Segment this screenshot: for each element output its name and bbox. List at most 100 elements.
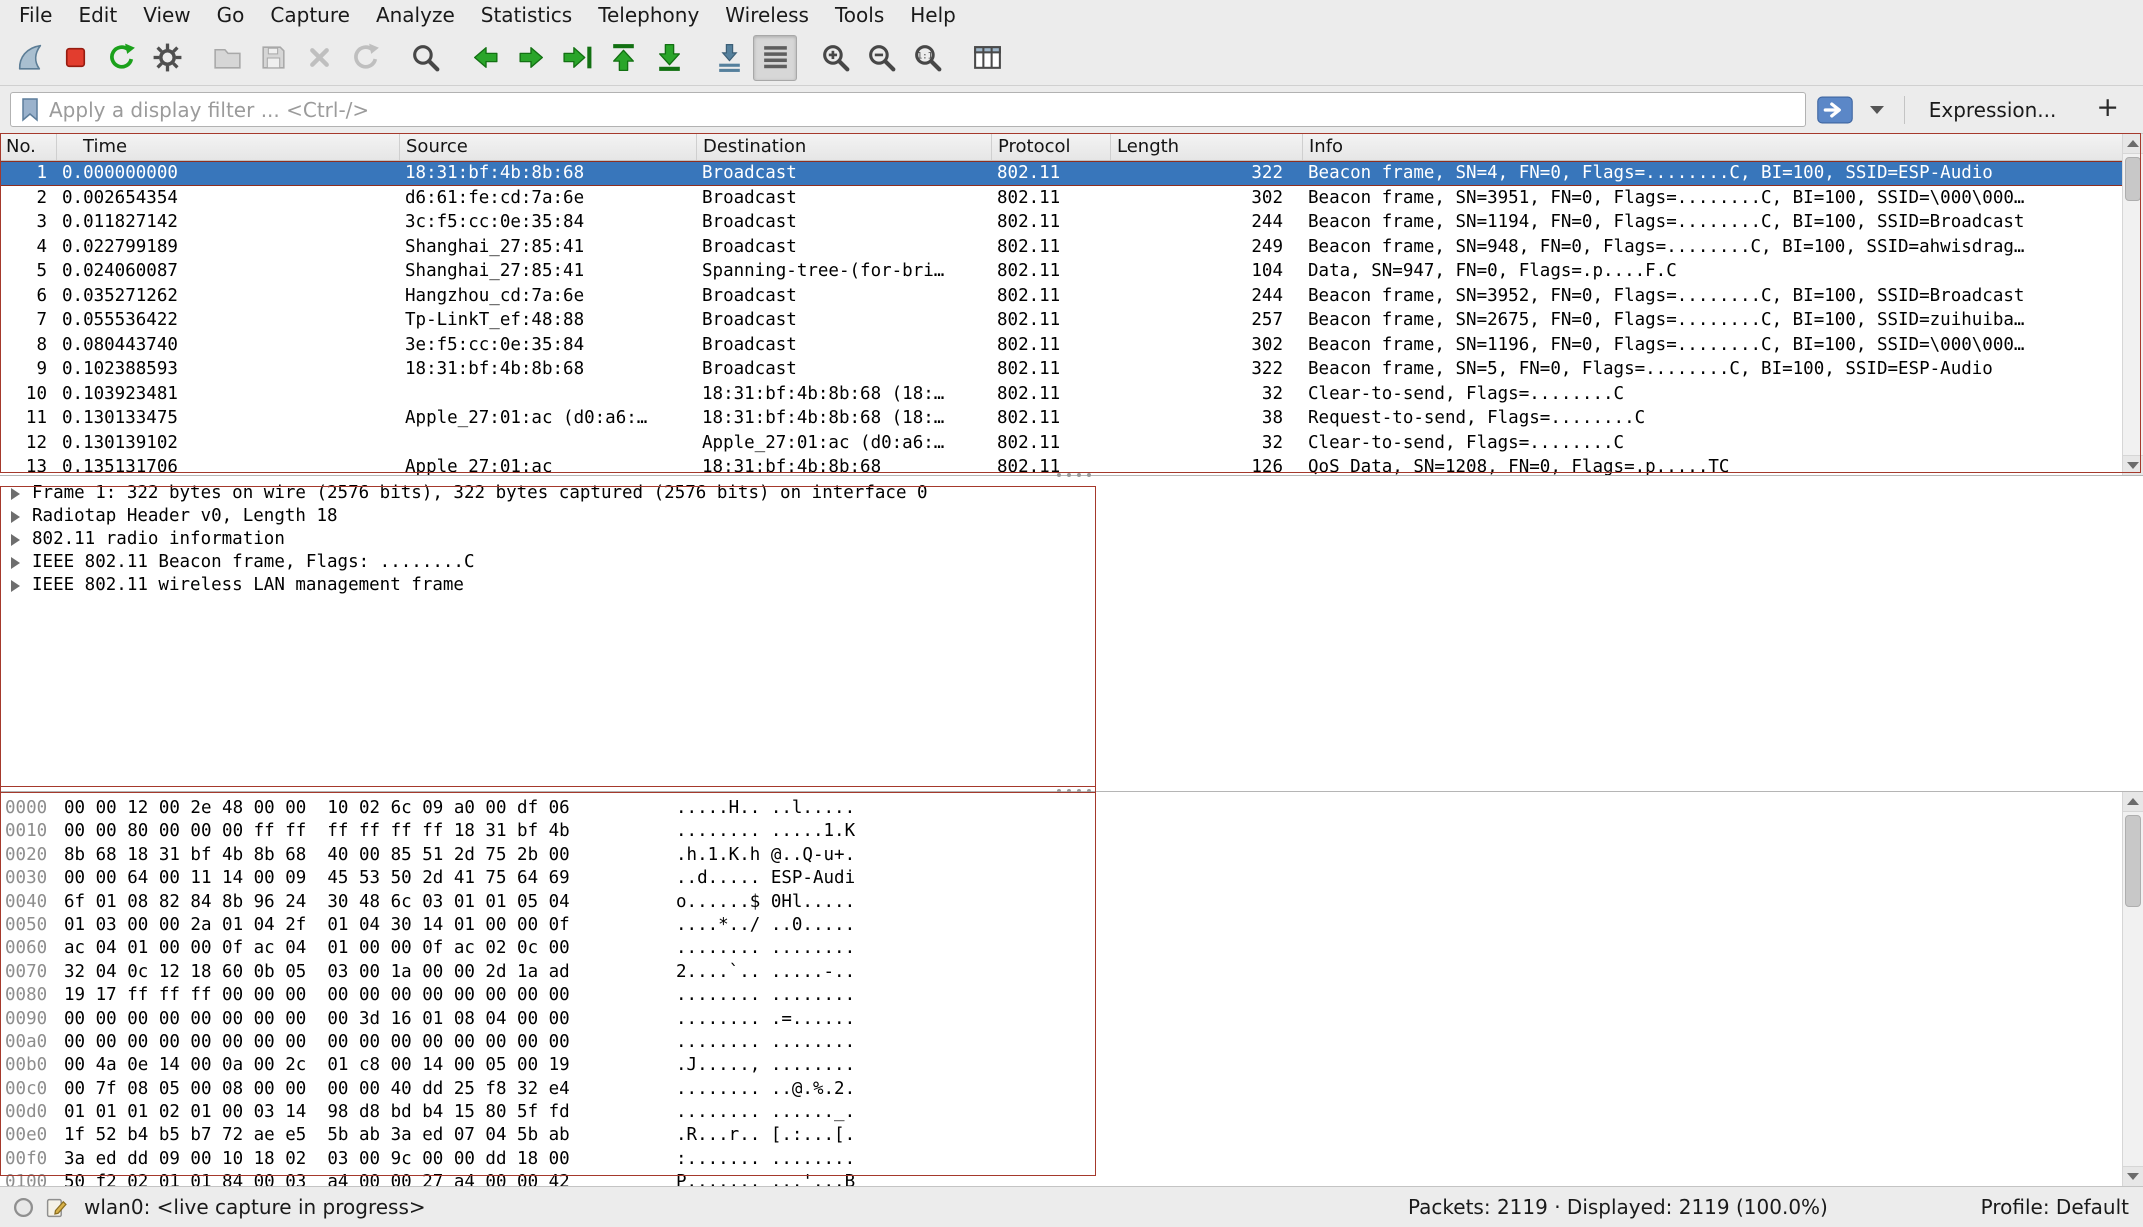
hex-row[interactable]: 00d001 01 01 02 01 00 03 14 98 d8 bd b4 … bbox=[0, 1101, 2143, 1124]
main-toolbar: 1:1 bbox=[0, 30, 2143, 86]
column-header-no[interactable]: No. bbox=[0, 134, 57, 160]
packet-row[interactable]: 100.10392348118:31:bf:4b:8b:68 (18:…802.… bbox=[0, 382, 2143, 407]
column-header-time[interactable]: Time bbox=[57, 134, 400, 160]
expander-arrow-icon[interactable] bbox=[11, 557, 20, 569]
column-header-length[interactable]: Length bbox=[1111, 134, 1303, 160]
detail-row[interactable]: Radiotap Header v0, Length 18 bbox=[0, 505, 2143, 528]
menu-telephony[interactable]: Telephony bbox=[585, 2, 712, 28]
find-packet-button[interactable] bbox=[403, 35, 447, 81]
hex-row[interactable]: 009000 00 00 00 00 00 00 00 00 3d 16 01 … bbox=[0, 1008, 2143, 1031]
expander-arrow-icon[interactable] bbox=[11, 488, 20, 500]
packet-list-scrollbar[interactable] bbox=[2122, 134, 2143, 475]
pane-splitter-handle[interactable] bbox=[1052, 472, 1096, 478]
menu-file[interactable]: File bbox=[6, 2, 65, 28]
hex-row[interactable]: 00e01f 52 b4 b5 b7 72 ae e5 5b ab 3a ed … bbox=[0, 1124, 2143, 1147]
go-back-button[interactable] bbox=[463, 35, 507, 81]
go-first-packet-button[interactable] bbox=[601, 35, 645, 81]
go-forward-button[interactable] bbox=[509, 35, 553, 81]
menu-tools[interactable]: Tools bbox=[822, 2, 897, 28]
hex-ascii: ....*../ ..0..... bbox=[676, 914, 855, 937]
menu-capture[interactable]: Capture bbox=[257, 2, 363, 28]
packet-row[interactable]: 110.130133475Apple_27:01:ac (d0:a6:…18:3… bbox=[0, 406, 2143, 431]
restart-capture-button[interactable] bbox=[99, 35, 143, 81]
start-capture-button[interactable] bbox=[7, 35, 51, 81]
scroll-down-button[interactable] bbox=[2123, 455, 2143, 475]
packet-row[interactable]: 30.0118271423c:f5:cc:0e:35:84Broadcast80… bbox=[0, 210, 2143, 235]
hex-row[interactable]: 00a000 00 00 00 00 00 00 00 00 00 00 00 … bbox=[0, 1031, 2143, 1054]
capture-comment-icon[interactable] bbox=[45, 1196, 68, 1219]
packet-row[interactable]: 20.002654354d6:61:fe:cd:7a:6eBroadcast80… bbox=[0, 186, 2143, 211]
scroll-up-button[interactable] bbox=[2123, 792, 2143, 812]
packet-row[interactable]: 60.035271262Hangzhou_cd:7a:6eBroadcast80… bbox=[0, 284, 2143, 309]
scroll-up-button[interactable] bbox=[2123, 134, 2143, 154]
column-header-protocol[interactable]: Protocol bbox=[992, 134, 1111, 160]
detail-row[interactable]: IEEE 802.11 wireless LAN management fram… bbox=[0, 574, 2143, 597]
detail-row[interactable]: IEEE 802.11 Beacon frame, Flags: .......… bbox=[0, 551, 2143, 574]
apply-filter-button[interactable] bbox=[1814, 95, 1856, 125]
packet-row[interactable]: 70.055536422Tp-LinkT_ef:48:88Broadcast80… bbox=[0, 308, 2143, 333]
cell-proto: 802.11 bbox=[992, 357, 1111, 382]
menu-help[interactable]: Help bbox=[897, 2, 969, 28]
profile-status[interactable]: Profile: Default bbox=[1981, 1195, 2143, 1219]
menu-statistics[interactable]: Statistics bbox=[468, 2, 585, 28]
expander-arrow-icon[interactable] bbox=[11, 534, 20, 546]
packet-row[interactable]: 10.00000000018:31:bf:4b:8b:68Broadcast80… bbox=[0, 161, 2143, 186]
packet-row[interactable]: 80.0804437403e:f5:cc:0e:35:84Broadcast80… bbox=[0, 333, 2143, 358]
hex-row[interactable]: 005001 03 00 00 2a 01 04 2f 01 04 30 14 … bbox=[0, 914, 2143, 937]
filter-history-dropdown[interactable] bbox=[1864, 95, 1890, 125]
hex-row[interactable]: 000000 00 12 00 2e 48 00 00 10 02 6c 09 … bbox=[0, 797, 2143, 820]
hex-row[interactable]: 007032 04 0c 12 18 60 0b 05 03 00 1a 00 … bbox=[0, 961, 2143, 984]
display-filter-input[interactable]: Apply a display filter ... <Ctrl-/> bbox=[10, 92, 1806, 127]
packet-row[interactable]: 120.130139102Apple_27:01:ac (d0:a6:…802.… bbox=[0, 431, 2143, 456]
pane-splitter-handle[interactable] bbox=[1052, 788, 1096, 794]
column-header-destination[interactable]: Destination bbox=[697, 134, 992, 160]
menu-view[interactable]: View bbox=[130, 2, 203, 28]
hex-row[interactable]: 00406f 01 08 82 84 8b 96 24 30 48 6c 03 … bbox=[0, 891, 2143, 914]
column-header-source[interactable]: Source bbox=[400, 134, 697, 160]
hex-row[interactable]: 00c000 7f 08 05 00 08 00 00 00 00 40 dd … bbox=[0, 1078, 2143, 1101]
zoom-out-button[interactable] bbox=[859, 35, 903, 81]
filter-bookmark-icon[interactable] bbox=[19, 97, 41, 123]
capture-options-button[interactable] bbox=[145, 35, 189, 81]
hex-bytes: 00 00 12 00 2e 48 00 00 10 02 6c 09 a0 0… bbox=[64, 797, 676, 820]
colorize-button[interactable] bbox=[753, 35, 797, 81]
cell-no: 4 bbox=[0, 235, 57, 260]
cell-len: 249 bbox=[1111, 235, 1303, 260]
detail-row[interactable]: Frame 1: 322 bytes on wire (2576 bits), … bbox=[0, 482, 2143, 505]
hex-offset: 0030 bbox=[0, 867, 64, 890]
hex-row[interactable]: 00f03a ed dd 09 00 10 18 02 03 00 9c 00 … bbox=[0, 1148, 2143, 1171]
packet-row[interactable]: 40.022799189Shanghai_27:85:41Broadcast80… bbox=[0, 235, 2143, 260]
hex-row[interactable]: 008019 17 ff ff ff 00 00 00 00 00 00 00 … bbox=[0, 984, 2143, 1007]
packet-row[interactable]: 90.10238859318:31:bf:4b:8b:68Broadcast80… bbox=[0, 357, 2143, 382]
cell-proto: 802.11 bbox=[992, 161, 1111, 186]
hex-row[interactable]: 010050 f2 02 01 01 84 00 03 a4 00 00 27 … bbox=[0, 1171, 2143, 1186]
hex-row[interactable]: 00b000 4a 0e 14 00 0a 00 2c 01 c8 00 14 … bbox=[0, 1054, 2143, 1077]
menu-wireless[interactable]: Wireless bbox=[712, 2, 822, 28]
column-header-info[interactable]: Info bbox=[1303, 134, 2143, 160]
stop-capture-button[interactable] bbox=[53, 35, 97, 81]
resize-columns-button[interactable] bbox=[965, 35, 1009, 81]
scroll-down-button[interactable] bbox=[2123, 1166, 2143, 1186]
auto-scroll-button[interactable] bbox=[707, 35, 751, 81]
packet-row[interactable]: 50.024060087Shanghai_27:85:41Spanning-tr… bbox=[0, 259, 2143, 284]
hex-row[interactable]: 001000 00 80 00 00 00 ff ff ff ff ff ff … bbox=[0, 820, 2143, 843]
hex-row[interactable]: 0060ac 04 01 00 00 0f ac 04 01 00 00 0f … bbox=[0, 937, 2143, 960]
hex-row[interactable]: 003000 00 64 00 11 14 00 09 45 53 50 2d … bbox=[0, 867, 2143, 890]
scrollbar-thumb[interactable] bbox=[2125, 815, 2141, 907]
expression-button[interactable]: Expression... bbox=[1919, 94, 2067, 126]
expander-arrow-icon[interactable] bbox=[11, 511, 20, 523]
go-last-packet-button[interactable] bbox=[647, 35, 691, 81]
menu-edit[interactable]: Edit bbox=[65, 2, 130, 28]
menu-analyze[interactable]: Analyze bbox=[363, 2, 468, 28]
zoom-in-button[interactable] bbox=[813, 35, 857, 81]
menu-go[interactable]: Go bbox=[204, 2, 258, 28]
scrollbar-thumb[interactable] bbox=[2125, 157, 2141, 201]
hex-row[interactable]: 00208b 68 18 31 bf 4b 8b 68 40 00 85 51 … bbox=[0, 844, 2143, 867]
hex-scrollbar[interactable] bbox=[2122, 792, 2143, 1186]
detail-row[interactable]: 802.11 radio information bbox=[0, 528, 2143, 551]
zoom-original-button[interactable]: 1:1 bbox=[905, 35, 949, 81]
add-filter-button[interactable]: + bbox=[2082, 92, 2133, 127]
expander-arrow-icon[interactable] bbox=[11, 580, 20, 592]
go-to-packet-button[interactable] bbox=[555, 35, 599, 81]
expert-info-icon[interactable] bbox=[12, 1196, 35, 1219]
